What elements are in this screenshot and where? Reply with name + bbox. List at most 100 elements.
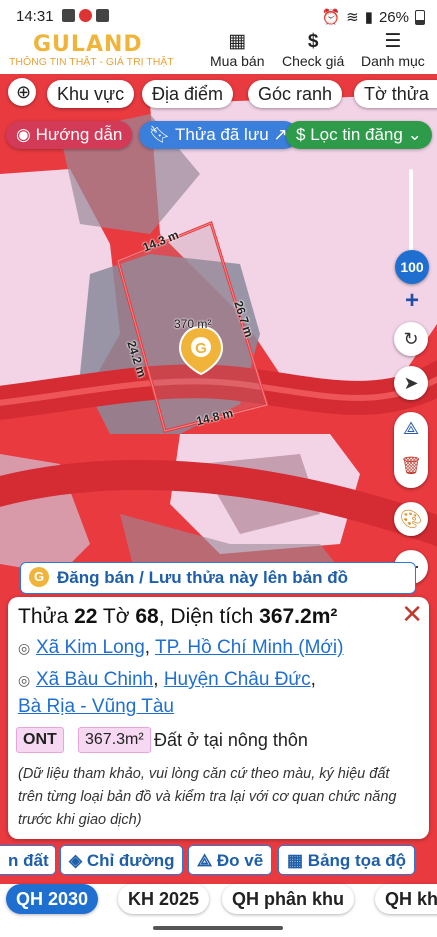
- thua-label: Thửa: [18, 605, 69, 628]
- building-icon: ▦: [228, 31, 247, 52]
- gallery-icon: [62, 9, 75, 22]
- city-new-link[interactable]: TP. Hồ Chí Minh (Mới): [155, 637, 343, 658]
- delete-drawing-button[interactable]: 🗑︎: [394, 456, 428, 476]
- diamond-arrow-icon: ◈: [69, 851, 83, 870]
- filter-to-thua[interactable]: Tờ thửa: [354, 80, 437, 108]
- layer-kh-2025[interactable]: KH 2025: [118, 884, 210, 914]
- chevron-down-icon: ⌄: [407, 125, 422, 144]
- app-header: GULAND THÔNG TIN THẬT - GIÁ TRỊ THẬT ▦ M…: [0, 30, 437, 74]
- coordinate-table-label: Bảng tọa độ: [307, 851, 407, 870]
- comma: ,: [153, 669, 164, 690]
- home-handle[interactable]: [153, 926, 283, 930]
- system-nav-bar: [0, 918, 437, 937]
- parcel-info-card: Thửa 22 Tờ 68, Diện tích 367.2m² ✕ ◎ Xã K…: [8, 597, 429, 839]
- clock: 14:31: [16, 8, 54, 25]
- map-style-button[interactable]: 🎨︎: [394, 502, 428, 536]
- bookmark-icon: 🔖︎: [149, 125, 171, 144]
- commune-new-link[interactable]: Xã Kim Long: [36, 637, 145, 658]
- dollar-icon: $: [296, 125, 306, 144]
- commune-old-link[interactable]: Xã Bàu Chinh: [36, 669, 153, 690]
- filter-dia-diem[interactable]: Địa điểm: [142, 80, 234, 108]
- directions-button[interactable]: ◈ Chỉ đường: [60, 845, 184, 875]
- province-old-link[interactable]: Bà Rịa - Vũng Tàu: [18, 696, 174, 717]
- wifi-icon: ≋: [346, 9, 359, 26]
- target-icon: ◉: [16, 125, 31, 144]
- filter-listings-label: Lọc tin đăng: [310, 125, 403, 144]
- nav-mua-ban-button[interactable]: ▦ Mua bán: [210, 31, 265, 70]
- zoom-in-button[interactable]: +: [395, 284, 429, 318]
- compass-icon: ⟁: [402, 418, 420, 438]
- battery-icon: [415, 9, 425, 25]
- nav-check-gia-button[interactable]: $ Check giá: [282, 31, 345, 70]
- parcel-actions: n đất ◈ Chỉ đường ⟁ Đo vẽ ▦ Bảng tọa độ: [0, 845, 437, 879]
- area-value: 367.2m²: [259, 605, 338, 628]
- dollar-icon: $: [307, 31, 319, 52]
- measure-draw-button[interactable]: ⟁ Đo vẽ: [188, 845, 273, 875]
- coordinate-table-button[interactable]: ▦ Bảng tọa độ: [278, 845, 416, 875]
- crosshair-icon: ⊕: [16, 82, 32, 102]
- refresh-icon: ↻: [403, 329, 419, 349]
- nav-label: Mua bán: [210, 53, 265, 69]
- navigation-arrow-icon: ➤: [403, 373, 419, 393]
- nav-label: Check giá: [282, 53, 345, 69]
- signal-icon: ▮: [364, 9, 373, 26]
- guide-button[interactable]: ◉ Hướng dẫn: [6, 121, 133, 149]
- notification-icons: [62, 9, 109, 22]
- close-icon: ✕: [401, 599, 423, 629]
- location-pin-icon: ◎: [18, 640, 31, 656]
- land-use-name: Đất ở tại nông thôn: [154, 730, 308, 750]
- planning-layers: QH 2030 KH 2025 QH phân khu QH kh: [0, 884, 437, 918]
- locate-button[interactable]: ⊕: [8, 78, 36, 106]
- nav-label: Danh mục: [361, 53, 425, 69]
- parcel-title: Thửa 22 Tờ 68, Diện tích 367.2m²: [18, 605, 337, 629]
- parcel-area-label: 370 m²: [174, 317, 212, 331]
- draw-tools-group: ⟁ 🗑︎: [394, 412, 428, 488]
- comma: ,: [144, 637, 156, 658]
- comma: ,: [158, 605, 165, 628]
- post-parcel-banner[interactable]: G Đăng bán / Lưu thửa này lên bản đồ: [20, 562, 416, 594]
- table-icon: ▦: [287, 851, 304, 870]
- location-pin-icon: ◎: [18, 672, 31, 688]
- filter-goc-ranh[interactable]: Góc ranh: [248, 80, 343, 108]
- app-notification-icon: [79, 9, 92, 22]
- refresh-button[interactable]: ↻: [394, 322, 428, 356]
- guide-label: Hướng dẫn: [35, 125, 123, 144]
- saved-parcels-button[interactable]: 🔖︎ Thửa đã lưu ↗: [139, 121, 298, 149]
- layer-qh-phan-khu[interactable]: QH phân khu: [222, 884, 354, 914]
- thua-number: 22: [74, 605, 98, 628]
- navigate-button[interactable]: ➤: [394, 366, 428, 400]
- status-bar: 14:31 ⏰ ≋ ▮ 26%: [0, 0, 437, 34]
- close-button[interactable]: ✕: [401, 599, 423, 630]
- logo[interactable]: GULAND: [33, 32, 143, 57]
- guland-logo-icon: G: [29, 567, 49, 587]
- draw-measure-button[interactable]: ⟁: [394, 418, 428, 439]
- address-new: ◎ Xã Kim Long, TP. Hồ Chí Minh (Mới): [18, 637, 343, 659]
- svg-text:G: G: [195, 340, 207, 357]
- banner-text: Đăng bán / Lưu thửa này lên bản đồ: [57, 568, 348, 587]
- palette-icon: 🎨︎: [399, 509, 423, 529]
- filter-listings-button[interactable]: $ Lọc tin đăng ⌄: [286, 121, 432, 149]
- filter-khu-vuc[interactable]: Khu vực: [47, 80, 135, 108]
- save-land-button[interactable]: n đất: [0, 845, 56, 875]
- nav-danh-muc-button[interactable]: ☰ Danh mục: [361, 31, 425, 70]
- to-label: Tờ: [102, 605, 130, 628]
- to-number: 68: [135, 605, 159, 628]
- measure-draw-label: Đo vẽ: [216, 851, 264, 870]
- layer-qh-khac[interactable]: QH kh: [375, 884, 437, 914]
- zoom-level[interactable]: 100: [395, 250, 429, 284]
- screenshot-icon: [96, 9, 109, 22]
- tagline: THÔNG TIN THẬT - GIÁ TRỊ THẬT: [9, 56, 174, 68]
- directions-label: Chỉ đường: [86, 851, 175, 870]
- trash-icon: 🗑︎: [400, 456, 422, 475]
- menu-icon: ☰: [384, 31, 402, 52]
- land-code-badge: ONT: [16, 727, 64, 753]
- compass-icon: ⟁: [197, 851, 213, 870]
- comma: ,: [310, 669, 316, 690]
- district-old-link[interactable]: Huyện Châu Đức: [164, 669, 311, 690]
- land-area-badge: 367.3m²: [78, 727, 151, 753]
- address-old: ◎ Xã Bàu Chinh, Huyện Châu Đức,: [18, 669, 316, 691]
- battery-level: 26%: [378, 8, 409, 26]
- layer-qh-2030[interactable]: QH 2030: [6, 884, 99, 914]
- address-old-province: Bà Rịa - Vũng Tàu: [18, 696, 174, 718]
- area-label: Diện tích: [170, 605, 254, 628]
